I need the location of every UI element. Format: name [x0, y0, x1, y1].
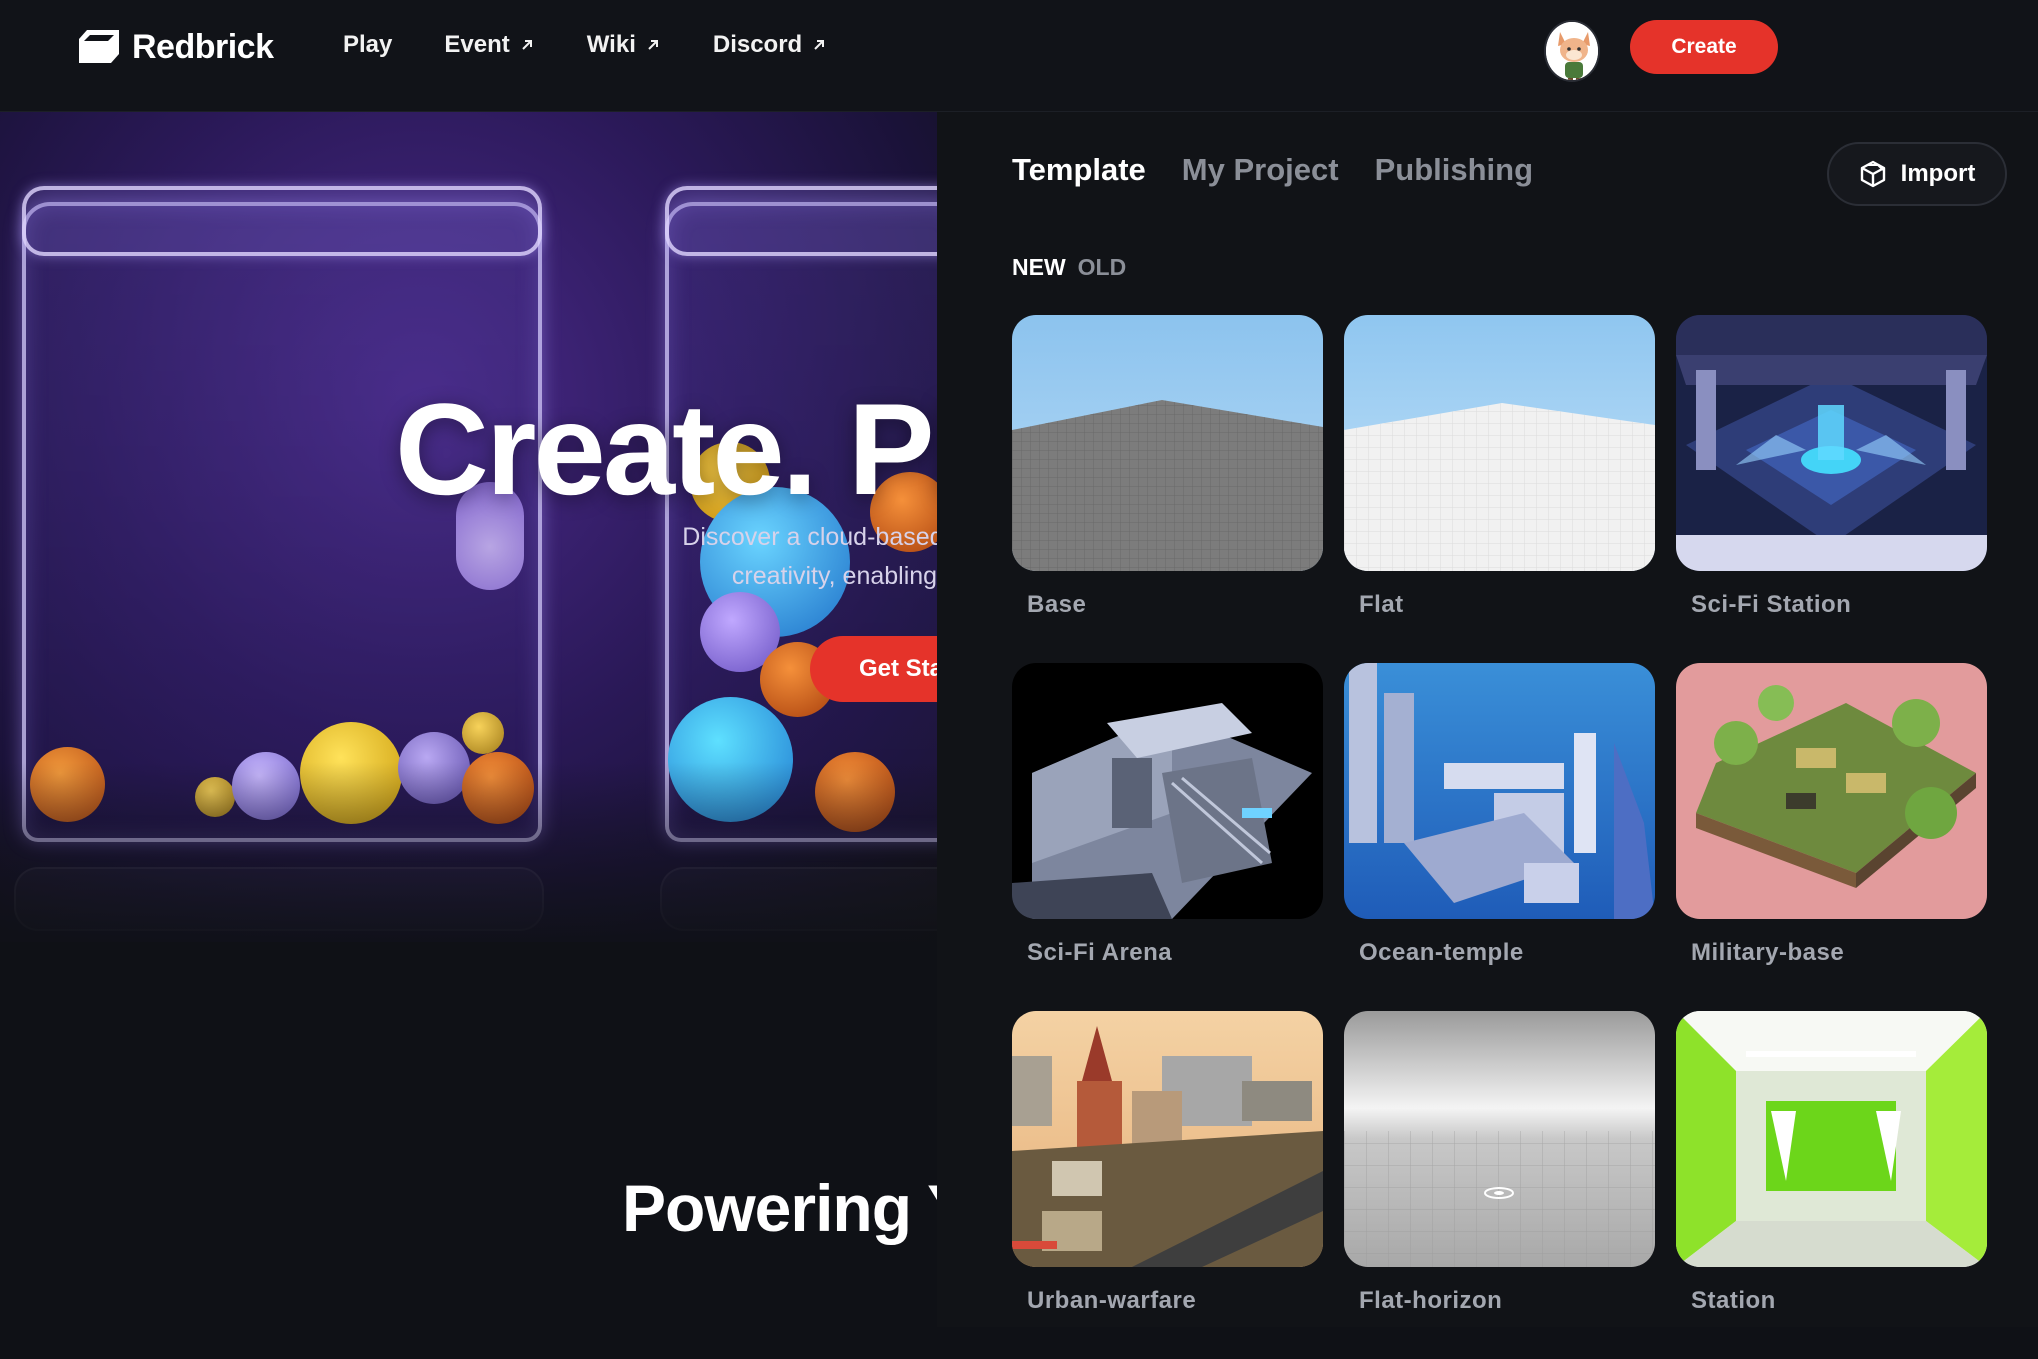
- template-label: Station: [1691, 1287, 1776, 1314]
- game-orb: [462, 712, 504, 754]
- external-link-icon: [814, 40, 825, 50]
- template-card-scifi-station[interactable]: Sci-Fi Station: [1676, 315, 1987, 663]
- game-jar-rim: [22, 186, 542, 256]
- external-link-icon: [648, 40, 658, 50]
- white-floor-scene-icon: [1344, 315, 1655, 571]
- nav-discord[interactable]: Discord: [713, 31, 827, 59]
- template-label: Sci-Fi Station: [1691, 591, 1852, 618]
- template-label: Flat-horizon: [1359, 1287, 1503, 1314]
- fox-avatar-icon: [1546, 22, 1598, 80]
- station-scene-icon: [1676, 1011, 1987, 1267]
- template-label: Ocean-temple: [1359, 939, 1524, 966]
- hero-subtitle-line-2: creativity, enabling you to: [731, 562, 937, 590]
- hero-subtitle-line-1: Discover a cloud-based reali: [682, 523, 937, 551]
- import-button[interactable]: Import: [1827, 142, 2007, 206]
- nav-play[interactable]: Play: [343, 31, 392, 59]
- hero-section: Create. Pl Discover a cloud-based reali …: [0, 112, 937, 1327]
- user-avatar[interactable]: [1544, 20, 1600, 82]
- military-base-scene-icon: [1676, 663, 1987, 919]
- flat-horizon-scene-icon: [1344, 1011, 1655, 1267]
- panel-tabs: Template My Project Publishing: [1012, 152, 1533, 188]
- nav-play-label: Play: [343, 31, 393, 58]
- template-card-flat-horizon[interactable]: Flat-horizon: [1344, 1011, 1655, 1359]
- template-card-military-base[interactable]: Military-base: [1676, 663, 1987, 1011]
- template-label: Base: [1027, 591, 1087, 618]
- template-label: Military-base: [1691, 939, 1845, 966]
- sort-toggle: NEW OLD: [1012, 254, 1126, 281]
- scifi-station-scene-icon: [1676, 315, 1987, 571]
- tab-my-project[interactable]: My Project: [1182, 152, 1339, 188]
- template-grid: Base Flat Sci-Fi Station Sci-Fi Arena Oc…: [1012, 315, 1987, 1359]
- nav-wiki[interactable]: Wiki: [587, 31, 661, 59]
- hero-subtitle: Discover a cloud-based reali creativity,…: [540, 518, 937, 596]
- template-card-urban-warfare[interactable]: Urban-warfare: [1012, 1011, 1323, 1359]
- urban-warfare-scene-icon: [1012, 1011, 1323, 1267]
- scifi-arena-scene-icon: [1012, 663, 1323, 919]
- template-label: Sci-Fi Arena: [1027, 939, 1173, 966]
- template-card-base[interactable]: Base: [1012, 315, 1323, 663]
- template-label: Flat: [1359, 591, 1404, 618]
- template-card-ocean-temple[interactable]: Ocean-temple: [1344, 663, 1655, 1011]
- top-navbar: Redbrick Play Event Wiki Discord Create: [0, 0, 2038, 112]
- ocean-temple-scene-icon: [1344, 663, 1655, 919]
- get-started-button[interactable]: Get Sta: [810, 636, 937, 702]
- template-card-scifi-arena[interactable]: Sci-Fi Arena: [1012, 663, 1323, 1011]
- main-nav: Play Event Wiki Discord: [343, 31, 827, 59]
- nav-event[interactable]: Event: [444, 31, 534, 59]
- create-panel: Template My Project Publishing Import NE…: [937, 112, 2038, 1327]
- template-label: Urban-warfare: [1027, 1287, 1197, 1314]
- redbrick-logo-icon: [73, 27, 123, 67]
- template-card-station[interactable]: Station: [1676, 1011, 1987, 1359]
- hero-title: Create. Pl: [395, 376, 937, 522]
- gray-floor-scene-icon: [1012, 315, 1323, 571]
- game-jar-rim: [665, 186, 937, 256]
- section-heading: Powering Y: [622, 1171, 937, 1245]
- nav-event-label: Event: [444, 31, 510, 58]
- template-card-flat[interactable]: Flat: [1344, 315, 1655, 663]
- nav-wiki-label: Wiki: [586, 31, 636, 58]
- tab-publishing[interactable]: Publishing: [1375, 152, 1533, 188]
- redbrick-logo[interactable]: Redbrick: [73, 27, 274, 67]
- sort-old[interactable]: OLD: [1078, 254, 1127, 281]
- nav-discord-label: Discord: [712, 31, 803, 58]
- brand-name: Redbrick: [132, 27, 274, 66]
- tab-template[interactable]: Template: [1012, 152, 1146, 188]
- import-label: Import: [1900, 160, 1976, 187]
- sort-new[interactable]: NEW: [1012, 254, 1066, 281]
- external-link-icon: [522, 40, 532, 50]
- create-button[interactable]: Create: [1630, 20, 1778, 74]
- unity-cube-icon: [1860, 160, 1885, 188]
